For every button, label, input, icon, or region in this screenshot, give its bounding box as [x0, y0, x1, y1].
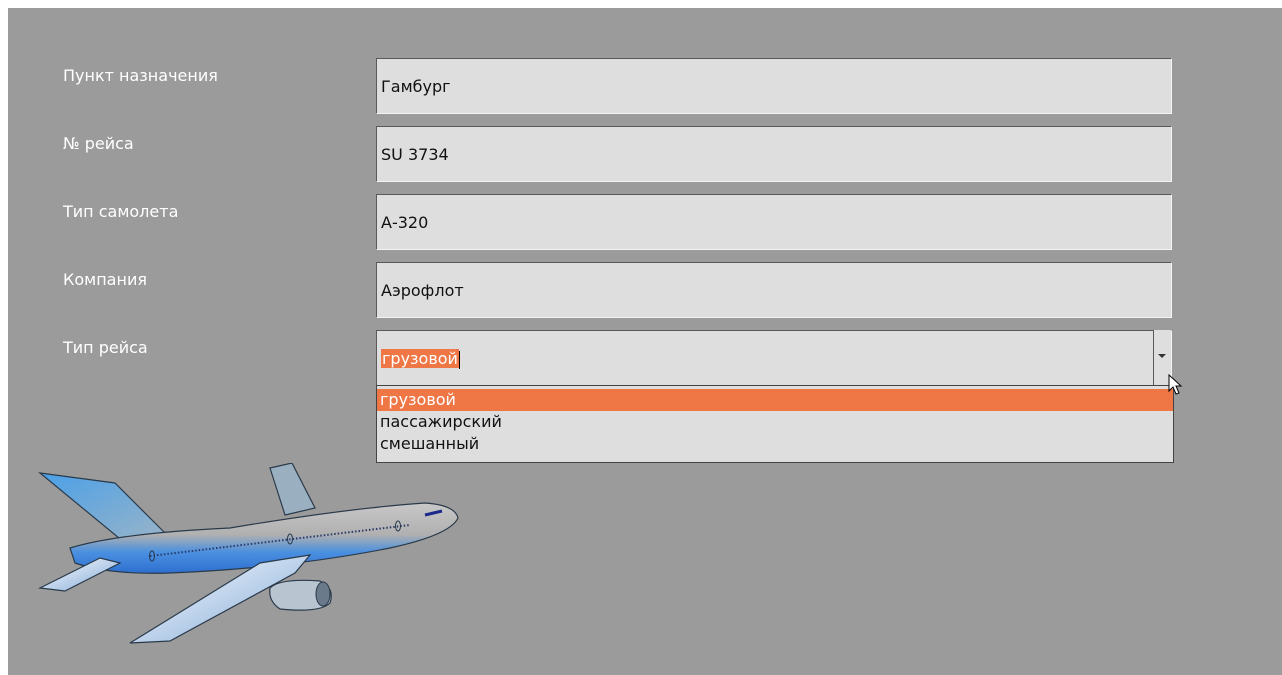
flight-number-label: № рейса — [63, 134, 134, 153]
flight-form-panel: Пункт назначения Гамбург № рейса SU 3734… — [8, 8, 1282, 675]
mouse-pointer-icon — [1168, 374, 1183, 395]
dropdown-option-passenger[interactable]: пассажирский — [377, 411, 1173, 433]
company-field[interactable]: Аэрофлот — [376, 262, 1172, 318]
flight-type-label: Тип рейса — [63, 338, 148, 357]
text-caret — [458, 350, 460, 369]
dropdown-option-cargo[interactable]: грузовой — [377, 389, 1173, 411]
aircraft-type-label: Тип самолета — [63, 202, 179, 221]
flight-number-field[interactable]: SU 3734 — [376, 126, 1172, 182]
airplane-illustration — [37, 463, 459, 644]
aircraft-type-value: А-320 — [381, 213, 429, 232]
flight-type-value: грузовой — [381, 349, 460, 369]
company-label: Компания — [63, 270, 147, 289]
destination-value: Гамбург — [381, 77, 451, 96]
flight-number-value: SU 3734 — [381, 145, 449, 164]
dropdown-option-mixed[interactable]: смешанный — [377, 433, 1173, 455]
company-value: Аэрофлот — [381, 281, 464, 300]
aircraft-type-field[interactable]: А-320 — [376, 194, 1172, 250]
flight-type-combobox[interactable]: грузовой — [376, 330, 1172, 386]
flight-type-dropdown-list: грузовой пассажирский смешанный — [376, 385, 1174, 463]
chevron-down-icon — [1158, 354, 1166, 358]
destination-field[interactable]: Гамбург — [376, 58, 1172, 114]
destination-label: Пункт назначения — [63, 66, 218, 85]
flight-type-selected-text: грузовой — [381, 349, 459, 368]
